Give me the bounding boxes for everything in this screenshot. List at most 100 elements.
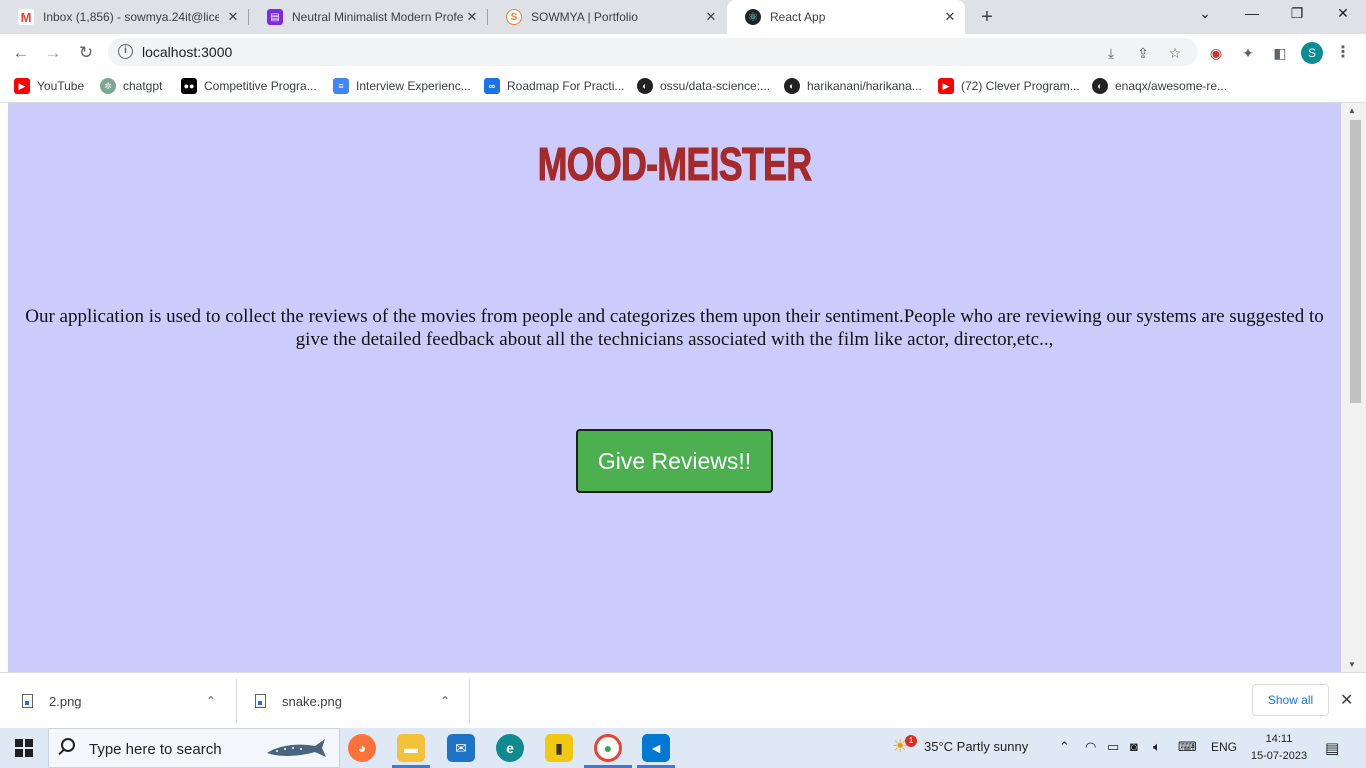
bookmark-clever-programmer[interactable]: ▶ (72) Clever Program... <box>938 76 1080 96</box>
download-separator <box>469 679 470 723</box>
browser-toolbar: ← → ↻ i localhost:3000 ⤓ ⇪ ☆ ◉ ✦ ◧ S ⋮ <box>0 34 1366 71</box>
weather-badge: 1 <box>905 735 917 747</box>
wifi-icon[interactable]: ◠ <box>1085 739 1096 755</box>
power-bi-icon[interactable]: ▮ <box>545 734 573 762</box>
download-filename: snake.png <box>282 693 342 709</box>
restore-icon[interactable]: ❐ <box>1287 5 1307 22</box>
bookmark-competitive-programming[interactable]: ●● Competitive Progra... <box>181 76 317 96</box>
browser-menu-icon[interactable]: ⋮ <box>1335 42 1351 64</box>
bookmark-label: Roadmap For Practi... <box>507 79 625 93</box>
clock-time: 14:11 <box>1265 733 1293 745</box>
scroll-down-icon[interactable]: ▼ <box>1348 660 1356 669</box>
notifications-icon[interactable]: ▤ <box>1325 739 1339 757</box>
input-language[interactable]: ENG <box>1211 740 1237 754</box>
tab-title: React App <box>770 10 826 24</box>
minimize-icon[interactable]: — <box>1242 5 1262 21</box>
tab-gmail[interactable]: M Inbox (1,856) - sowmya.24it@lice ✕ <box>0 0 248 34</box>
close-downloads-icon[interactable]: ✕ <box>1340 690 1353 710</box>
medium-icon: ●● <box>181 78 197 94</box>
infinity-icon: ∞ <box>484 78 500 94</box>
page-scrollbar[interactable]: ▲ ▼ <box>1341 103 1366 672</box>
weather-text[interactable]: 35°C Partly sunny <box>924 739 1028 754</box>
reload-icon[interactable]: ↻ <box>75 42 97 64</box>
tab-title: SOWMYA | Portfolio <box>531 10 638 24</box>
install-app-icon[interactable]: ⤓ <box>1102 44 1120 62</box>
windows-start-icon[interactable] <box>15 739 33 757</box>
site-info-icon[interactable]: i <box>118 44 133 59</box>
profile-avatar[interactable]: S <box>1301 42 1323 64</box>
page-viewport: MOOD-MEISTER Our application is used to … <box>8 103 1341 672</box>
tab-title: Inbox (1,856) - sowmya.24it@lice <box>43 10 219 24</box>
scroll-up-icon[interactable]: ▲ <box>1348 106 1356 115</box>
download-item[interactable]: 2.png ⌃ <box>22 673 236 729</box>
app-title: MOOD-MEISTER <box>537 138 812 191</box>
bookmark-chatgpt[interactable]: ✲ chatgpt <box>100 76 162 96</box>
tab-close-icon[interactable]: ✕ <box>226 10 240 24</box>
tab-close-icon[interactable]: ✕ <box>943 10 957 24</box>
chevron-up-icon[interactable]: ⌃ <box>206 694 216 708</box>
bookmark-star-icon[interactable]: ☆ <box>1166 44 1184 62</box>
bookmark-label: Competitive Progra... <box>204 79 317 93</box>
tab-close-icon[interactable]: ✕ <box>465 10 479 24</box>
forward-arrow-icon[interactable]: → <box>42 42 64 64</box>
bookmark-harikanani[interactable]: ◐ harikanani/harikana... <box>784 76 922 96</box>
download-separator <box>236 679 237 723</box>
tab-canva[interactable]: ▤ Neutral Minimalist Modern Profe ✕ <box>249 0 487 34</box>
mail-icon[interactable]: ✉ <box>447 734 475 762</box>
back-arrow-icon[interactable]: ← <box>10 42 32 64</box>
share-icon[interactable]: ⇪ <box>1134 44 1152 62</box>
vscode-icon[interactable]: ◄ <box>642 734 670 762</box>
bookmark-label: chatgpt <box>123 79 163 93</box>
tab-portfolio[interactable]: S SOWMYA | Portfolio ✕ <box>488 0 726 34</box>
bookmark-roadmap[interactable]: ∞ Roadmap For Practi... <box>484 76 624 96</box>
keyboard-icon[interactable]: ⌨ <box>1178 739 1197 755</box>
bookmark-label: (72) Clever Program... <box>961 79 1080 93</box>
windows-taskbar: Type here to search ◕ ▬ ✉ e ▮ ● ◄ ☀ 1 35… <box>0 728 1366 768</box>
bookmark-enaqx[interactable]: ◐ enaqx/awesome-re... <box>1092 76 1227 96</box>
react-icon: ⚛ <box>745 9 761 25</box>
battery-icon[interactable]: ▭ <box>1107 739 1119 755</box>
search-icon <box>61 738 75 752</box>
github-icon: ◐ <box>1092 78 1108 94</box>
bookmark-youtube[interactable]: ▶ YouTube <box>14 76 84 96</box>
tab-react-app[interactable]: ⚛ React App ✕ <box>727 0 965 34</box>
system-clock[interactable]: 14:11 15-07-2023 <box>1250 731 1308 765</box>
canva-doc-icon: ▤ <box>267 9 283 25</box>
youtube-icon: ▶ <box>938 78 954 94</box>
download-item[interactable]: snake.png ⌃ <box>255 673 469 729</box>
tab-close-icon[interactable]: ✕ <box>704 10 718 24</box>
app-description: Our application is used to collect the r… <box>25 306 1324 350</box>
github-icon: ◐ <box>637 78 653 94</box>
bookmark-label: Interview Experienc... <box>356 79 471 93</box>
window-close-icon[interactable]: ✕ <box>1333 5 1353 22</box>
taskbar-search-box[interactable]: Type here to search <box>48 728 340 768</box>
firefox-icon[interactable]: ◕ <box>348 734 376 762</box>
tab-search-icon[interactable]: ⌄ <box>1195 5 1215 22</box>
chevron-up-icon[interactable]: ⌃ <box>1059 739 1070 755</box>
bookmark-interview-experience[interactable]: ≡ Interview Experienc... <box>333 76 471 96</box>
address-url[interactable]: localhost:3000 <box>142 44 232 60</box>
image-file-icon <box>255 694 266 708</box>
bookmark-ossu[interactable]: ◐ ossu/data-science:... <box>637 76 770 96</box>
whale-shark-icon <box>267 739 326 757</box>
file-explorer-icon[interactable]: ▬ <box>397 734 425 762</box>
chevron-up-icon[interactable]: ⌃ <box>440 694 450 708</box>
chrome-icon[interactable]: ● <box>594 734 622 762</box>
bookmarks-bar: ▶ YouTube ✲ chatgpt ●● Competitive Progr… <box>0 71 1366 103</box>
meet-now-icon[interactable]: ◙ <box>1130 739 1138 754</box>
address-bar[interactable]: i localhost:3000 ⤓ ⇪ ☆ <box>108 38 1198 66</box>
edge-icon[interactable]: e <box>496 734 524 762</box>
extensions-puzzle-icon[interactable]: ✦ <box>1238 43 1258 63</box>
scrollbar-thumb[interactable] <box>1350 120 1361 403</box>
give-reviews-button[interactable]: Give Reviews!! <box>576 429 773 493</box>
bookmark-label: YouTube <box>37 79 85 93</box>
side-panel-icon[interactable]: ◧ <box>1270 43 1290 63</box>
chatgpt-icon: ✲ <box>100 78 116 94</box>
speaker-icon[interactable]: 🔈︎ <box>1153 739 1161 755</box>
new-tab-button[interactable]: + <box>977 6 997 28</box>
bookmark-label: ossu/data-science:... <box>660 79 771 93</box>
show-all-downloads-button[interactable]: Show all <box>1252 684 1329 716</box>
youtube-icon: ▶ <box>14 78 30 94</box>
screen-record-icon[interactable]: ◉ <box>1206 43 1226 63</box>
taskbar-search-placeholder[interactable]: Type here to search <box>89 741 222 758</box>
